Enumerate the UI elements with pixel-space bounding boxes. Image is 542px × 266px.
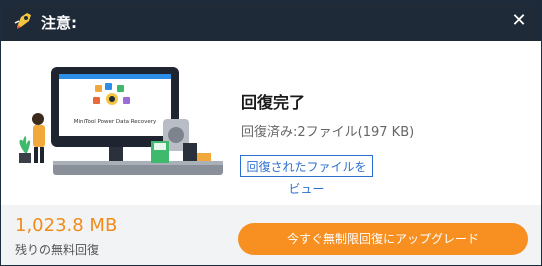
close-button[interactable]: ✕ <box>507 9 531 33</box>
free-recovery-remaining-value: 1,023.8 MB <box>15 215 118 236</box>
rocket-icon <box>14 13 31 29</box>
upgrade-button[interactable]: 今すぐ無制限回復にアップグレード <box>238 223 528 255</box>
recovered-summary: 回復済み:2ファイル(197 KB) <box>241 125 415 140</box>
view-recovered-files-button[interactable]: 回復されたファイルをビュー <box>240 155 373 196</box>
recovery-complete-dialog: 注意: ✕ MiniTool Power Data Recovery 回復完了 … <box>0 0 542 266</box>
recovery-complete-title: 回復完了 <box>241 93 306 112</box>
recovery-illustration: MiniTool Power Data Recovery <box>19 67 223 175</box>
close-icon: ✕ <box>511 10 527 31</box>
title-bar: 注意: ✕ <box>1 1 541 41</box>
dialog-title: 注意: <box>41 14 77 32</box>
free-recovery-remaining-label: 残りの無料回復 <box>15 243 100 257</box>
screen-app-name: MiniTool Power Data Recovery <box>74 119 157 125</box>
